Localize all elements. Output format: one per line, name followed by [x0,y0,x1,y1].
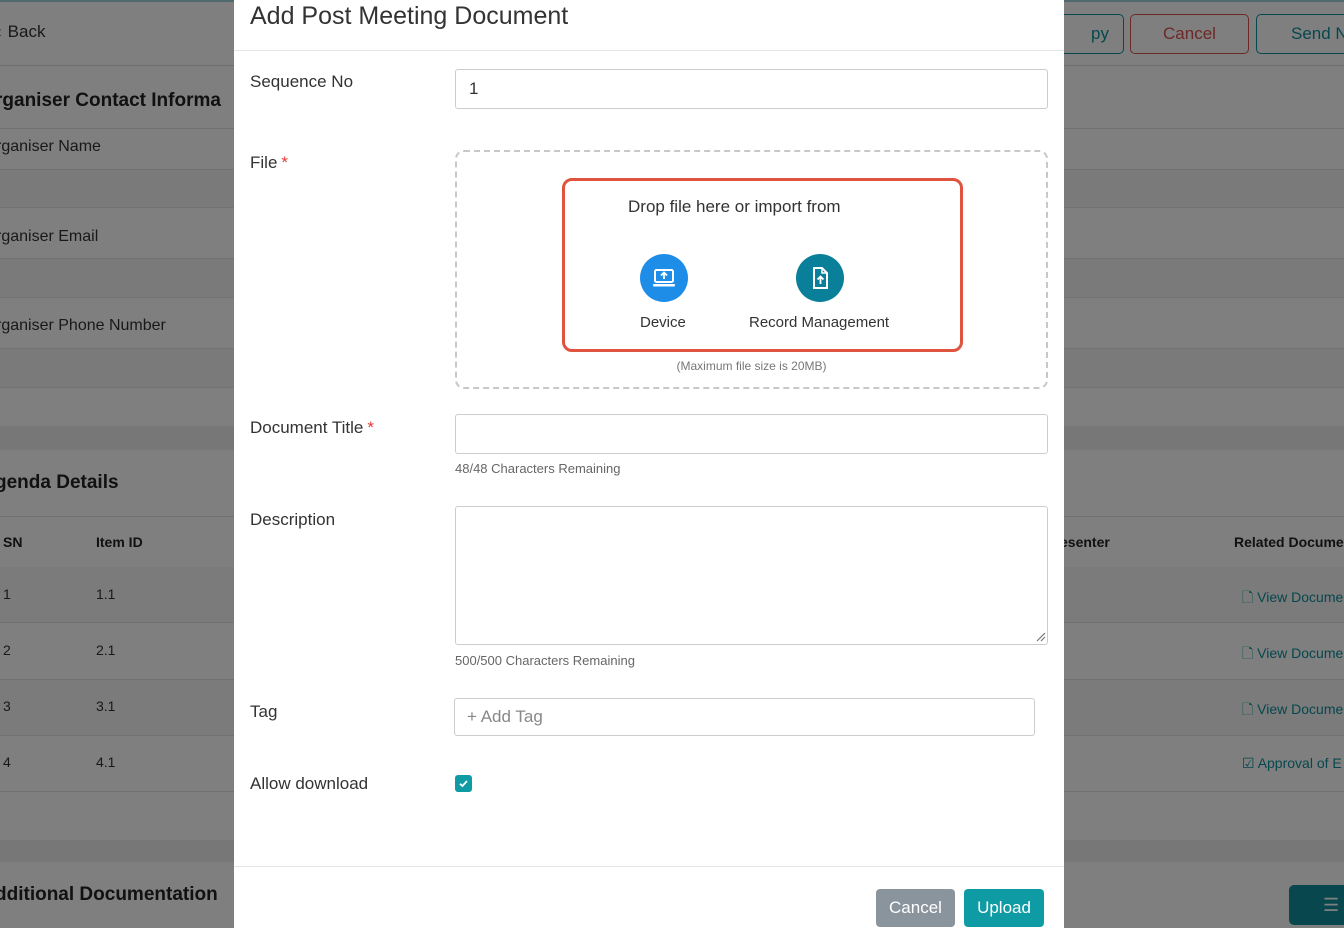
resize-handle-icon[interactable] [1034,630,1046,642]
max-file-size-note: (Maximum file size is 20MB) [676,359,827,373]
title-characters-remaining: 48/48 Characters Remaining [455,461,621,476]
record-management-button[interactable] [796,254,844,302]
record-management-label: Record Management [749,314,890,331]
file-upload-icon [813,267,828,289]
add-tag-input[interactable]: + Add Tag [454,698,1035,736]
sequence-no-input[interactable] [455,69,1048,109]
drop-file-text: Drop file here or import from [628,197,841,216]
divider [234,50,1064,51]
device-label: Device [640,314,686,331]
laptop-upload-icon [653,269,675,287]
divider [234,866,1064,867]
allow-download-checkbox[interactable] [455,775,472,792]
file-label-text: File [250,153,278,172]
description-textarea[interactable] [455,506,1048,645]
document-title-input[interactable] [455,414,1048,454]
tag-label: Tag [250,702,278,721]
sequence-no-label: Sequence No [250,72,354,91]
modal-title: Add Post Meeting Document [250,2,569,30]
description-characters-remaining: 500/500 Characters Remaining [455,653,635,668]
description-label: Description [250,510,336,529]
required-mark: * [367,418,375,437]
upload-button[interactable]: Upload [964,889,1044,927]
cancel-button[interactable]: Cancel [876,889,955,927]
file-label: File * [250,153,288,173]
document-title-label: Document Title * [250,418,374,438]
document-title-label-text: Document Title [250,418,364,437]
checkmark-icon [459,780,468,788]
device-upload-button[interactable] [640,254,688,302]
required-mark: * [281,153,289,172]
add-post-meeting-document-modal: Add Post Meeting Document Sequence No Fi… [234,0,1064,928]
allow-download-label: Allow download [250,774,369,793]
